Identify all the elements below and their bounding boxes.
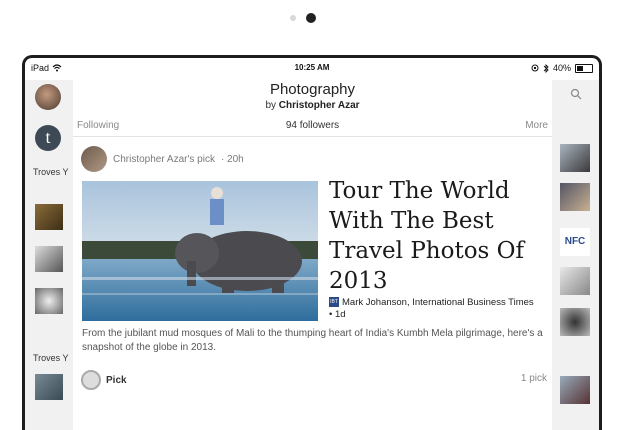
nfc-label: NFC xyxy=(564,236,586,247)
battery-icon xyxy=(575,63,593,73)
collection-panel: Photography by Christopher Azar Followin… xyxy=(73,80,552,430)
article-source[interactable]: IBT Mark Johanson, International Business… xyxy=(329,297,551,321)
ipad-frame: iPad 10:25 AM 40% t Troves Y Troves Y NF… xyxy=(22,55,602,430)
status-bar: iPad 10:25 AM 40% xyxy=(25,58,599,80)
pick-icon xyxy=(81,370,101,390)
story-thumb[interactable]: NFC xyxy=(560,228,590,256)
pick-header: Christopher Azar's pick · 20h xyxy=(81,146,244,172)
collection-title: Photography xyxy=(269,81,356,98)
bluetooth-icon xyxy=(543,63,549,73)
followers-count[interactable]: 94 followers xyxy=(73,120,552,131)
pick-age: · 20h xyxy=(220,153,244,165)
pick-count[interactable]: 1 pick xyxy=(521,373,547,384)
page-indicator[interactable] xyxy=(290,13,316,23)
right-rail: NFC xyxy=(552,80,599,430)
collection-byline: by Christopher Azar xyxy=(73,100,552,111)
trove-thumb[interactable] xyxy=(35,246,63,272)
rotation-lock-icon xyxy=(531,64,539,72)
battery-percent: 40% xyxy=(552,63,571,73)
trove-thumb[interactable] xyxy=(35,374,63,400)
user-avatar[interactable] xyxy=(35,84,61,110)
collection-nav: Following 94 followers More xyxy=(73,114,552,137)
pick-row: Pick 1 pick xyxy=(81,368,547,390)
elephant-photo xyxy=(82,181,318,321)
source-name: Mark Johanson, International Business Ti… xyxy=(342,297,534,308)
status-time: 10:25 AM xyxy=(294,63,330,72)
story-thumb[interactable] xyxy=(560,183,590,211)
pick-label: Pick xyxy=(106,374,127,386)
left-rail: t Troves Y Troves Y xyxy=(25,80,73,430)
article-headline[interactable]: Tour The World With The Best Travel Phot… xyxy=(329,176,549,296)
story-thumb[interactable] xyxy=(560,267,590,295)
picker-avatar[interactable] xyxy=(81,146,107,172)
article-image[interactable] xyxy=(82,181,318,321)
by-prefix: by xyxy=(265,100,276,111)
article-summary: From the jubilant mud mosques of Mali to… xyxy=(82,328,543,353)
tumblr-letter: t xyxy=(45,127,51,147)
trove-thumb[interactable] xyxy=(35,288,63,314)
troves-label: Troves Y xyxy=(33,167,69,177)
story-thumb[interactable] xyxy=(560,376,590,404)
page-dot-active[interactable] xyxy=(306,13,316,23)
publisher-logo: IBT xyxy=(329,297,339,308)
tumblr-avatar[interactable]: t xyxy=(35,125,61,151)
author-name[interactable]: Christopher Azar xyxy=(279,100,360,111)
more-button[interactable]: More xyxy=(525,120,548,131)
pick-by[interactable]: Christopher Azar's pick xyxy=(113,154,215,165)
source-age: • 1d xyxy=(329,309,346,320)
story-thumb[interactable] xyxy=(560,308,590,336)
page-dot[interactable] xyxy=(290,15,296,21)
trove-thumb[interactable] xyxy=(35,204,63,230)
search-icon[interactable] xyxy=(570,88,582,100)
troves-label: Troves Y xyxy=(33,353,69,363)
pick-button[interactable]: Pick xyxy=(81,370,127,390)
story-thumb[interactable] xyxy=(560,144,590,172)
